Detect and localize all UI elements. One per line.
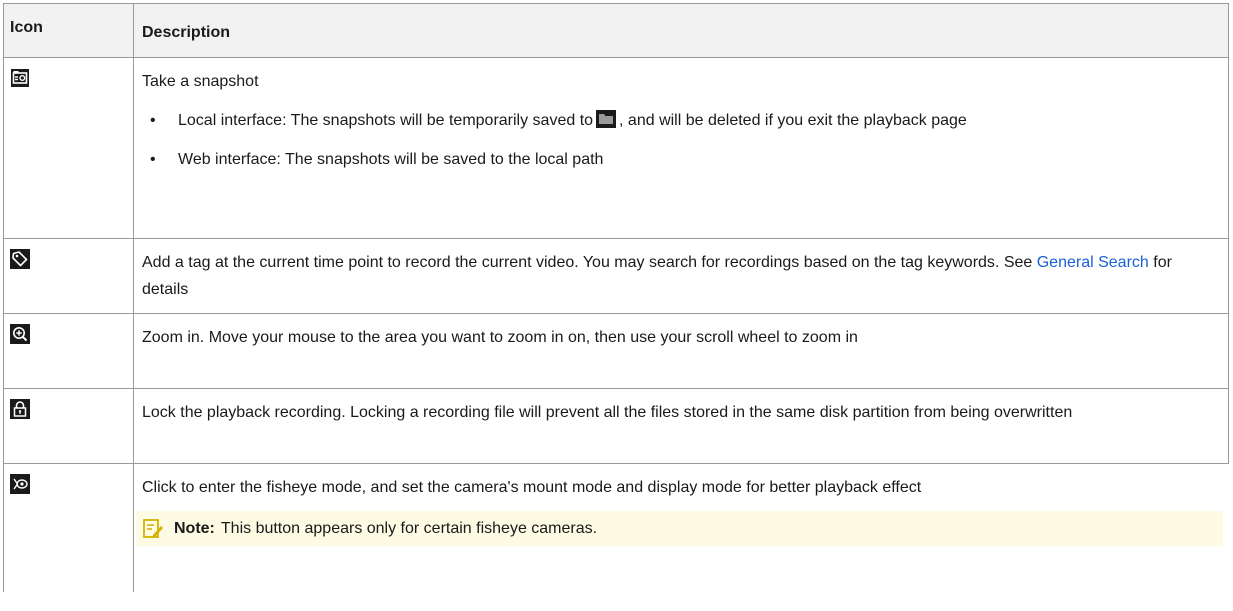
bullet-text: Web interface: The snapshots will be sav… [178, 151, 604, 168]
header-description-column: Description [134, 4, 1229, 57]
general-search-link[interactable]: General Search [1037, 254, 1149, 271]
bullet-icon: • [150, 112, 156, 129]
list-item: • Web interface: The snapshots will be s… [142, 146, 1222, 173]
folder-icon [596, 110, 617, 128]
note-text: This button appears only for certain fis… [220, 520, 598, 537]
table-row: Take a snapshot • Local interface: The s… [3, 58, 1229, 239]
table-row: Lock the playback recording. Locking a r… [3, 389, 1229, 464]
tag-icon [10, 249, 30, 269]
snapshot-icon [11, 69, 29, 87]
row-description: Lock the playback recording. Locking a r… [134, 389, 1229, 463]
bullet-icon: • [150, 151, 156, 168]
lock-icon [10, 399, 30, 419]
bullet-text: , and will be deleted if you exit the pl… [619, 112, 967, 129]
header-icon-column: Icon [3, 4, 134, 57]
note-box: Note: This button appears only for certa… [136, 511, 1223, 546]
table-row: Add a tag at the current time point to r… [3, 239, 1229, 314]
note-label: Note: [174, 520, 215, 537]
row-description: Click to enter the fisheye mode, and set… [142, 479, 922, 496]
zoom-in-icon [10, 324, 30, 344]
table-row: Zoom in. Move your mouse to the area you… [3, 314, 1229, 389]
fisheye-icon [10, 474, 30, 494]
table-row: Click to enter the fisheye mode, and set… [3, 464, 1229, 592]
list-item: • Local interface: The snapshots will be… [142, 107, 1222, 134]
row-description: Zoom in. Move your mouse to the area you… [134, 314, 1229, 388]
table-header-row: Icon Description [3, 3, 1229, 58]
icon-description-table: Icon Description Take a snapshot • Local… [3, 3, 1229, 592]
row-description: Add a tag at the current time point to r… [142, 254, 1037, 271]
bullet-text: Local interface: The snapshots will be t… [178, 112, 594, 129]
note-pencil-icon [143, 518, 163, 538]
row-description: Take a snapshot [142, 73, 259, 90]
